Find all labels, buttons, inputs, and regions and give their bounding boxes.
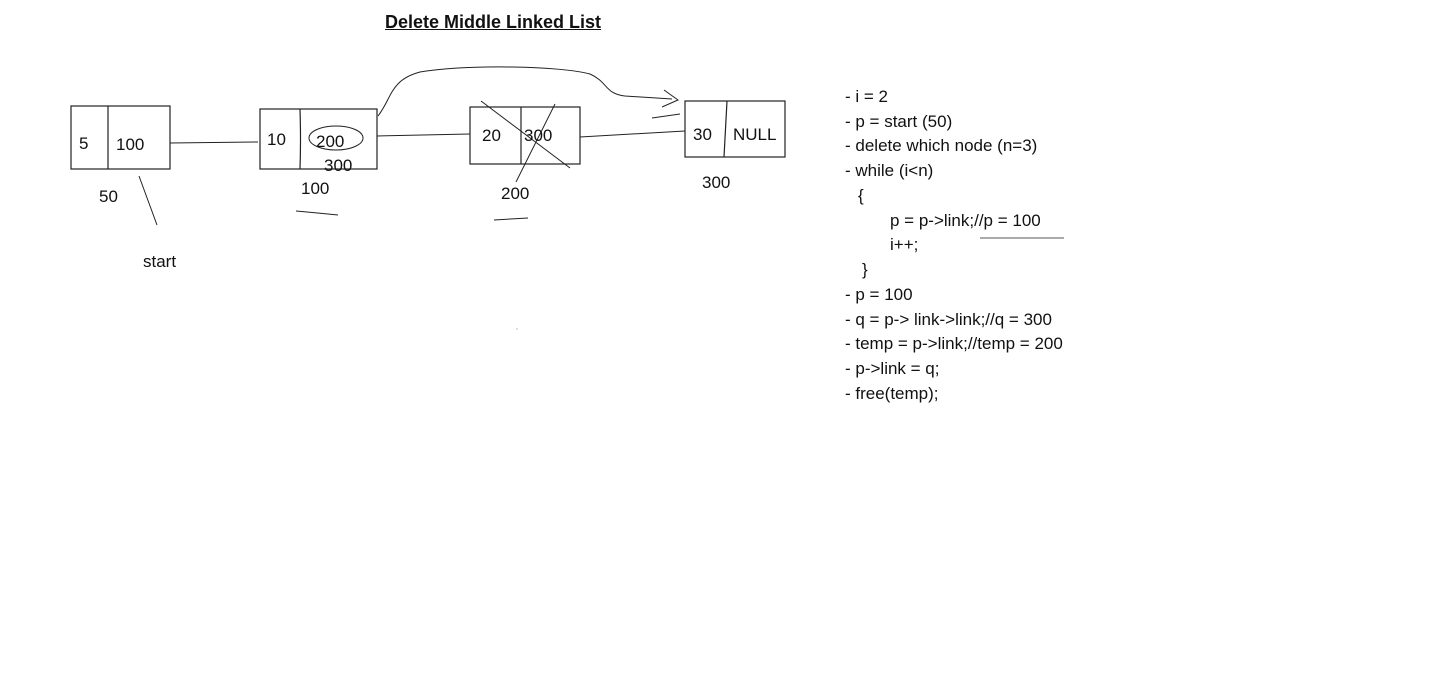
underline-mark-200: [493, 217, 529, 221]
code-line: - temp = p->link;//temp = 200: [845, 334, 1063, 353]
node-3-address: 200: [501, 184, 530, 203]
code-line: - delete which node (n=3): [845, 136, 1038, 155]
code-line: - q = p-> link->link;//q = 300: [845, 310, 1052, 329]
underline-mark-100: [295, 210, 339, 216]
code-line: i++;: [890, 235, 919, 254]
node-1-link: 100: [116, 135, 145, 154]
link-1-to-2: [169, 141, 259, 144]
code-line: {: [858, 186, 864, 205]
code-line: - p = 100: [845, 285, 913, 304]
node-2-data: 10: [267, 130, 286, 149]
node-1-address: 50: [99, 187, 118, 206]
code-line: - i = 2: [845, 87, 888, 106]
node-4-link: NULL: [733, 125, 777, 144]
node-4-divider: [723, 100, 728, 158]
start-pointer: [138, 175, 158, 226]
node-4-address: 300: [702, 173, 731, 192]
node-3-link: 300: [524, 126, 553, 145]
node-4-data: 30: [693, 125, 712, 144]
code-line: - free(temp);: [845, 384, 939, 403]
bypass-arrow: [377, 66, 673, 117]
code-line: p = p->link;//p = 100: [890, 211, 1041, 230]
node-2-link-new: 300: [324, 156, 353, 175]
node-2-divider: [299, 108, 302, 170]
link-2-to-3: [376, 133, 471, 137]
linked-list-diagram: [70, 66, 1064, 330]
code-line: - while (i<n): [845, 161, 934, 180]
node-2-link: 200: [316, 132, 345, 151]
code-line: - p->link = q;: [845, 359, 940, 378]
code-line: - p = start (50): [845, 112, 953, 131]
start-label: start: [143, 252, 177, 271]
code-line: }: [862, 260, 868, 279]
node-2-address: 100: [301, 179, 330, 198]
node-3-data: 20: [482, 126, 501, 145]
node-1-data: 5: [79, 134, 89, 153]
stray-dot: [516, 328, 518, 330]
link-3-to-4: [579, 130, 686, 138]
arrow-tail-stroke: [651, 113, 681, 119]
